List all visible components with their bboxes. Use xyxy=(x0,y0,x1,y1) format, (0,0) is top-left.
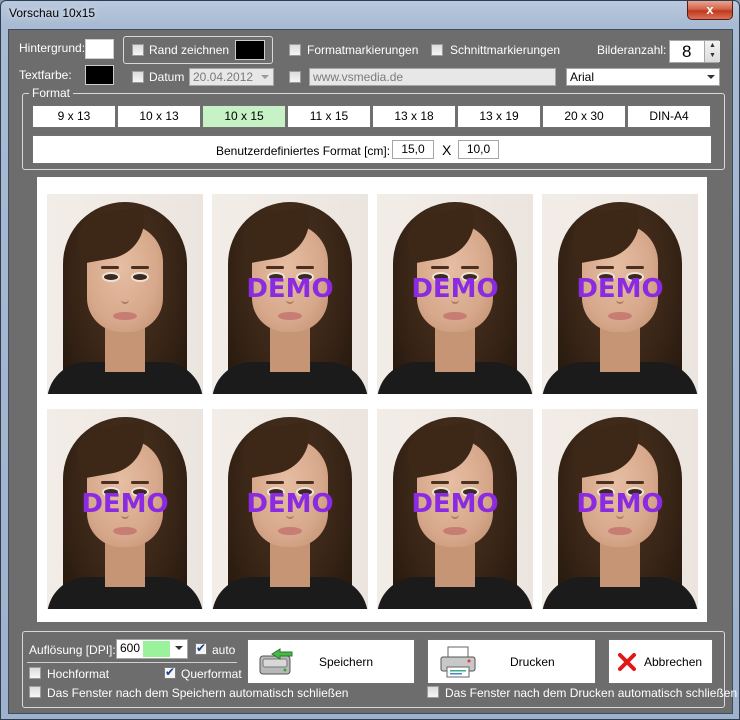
font-dropdown-icon[interactable] xyxy=(707,75,715,79)
custom-format-label: Benutzerdefiniertes Format [cm]: xyxy=(216,144,391,158)
dpi-color-indicator xyxy=(143,641,170,657)
cut-marks-label: Schnittmarkierungen xyxy=(450,43,561,57)
landscape-label: Querformat xyxy=(181,667,242,681)
custom-width-input[interactable]: 15,0 xyxy=(392,140,434,159)
image-count-label: Bilderanzahl: xyxy=(597,43,667,57)
close-after-save-checkbox[interactable] xyxy=(29,686,41,698)
cancel-label: Abbrechen xyxy=(644,655,703,669)
close-after-print-label: Das Fenster nach dem Drucken automatisch… xyxy=(445,686,738,700)
portrait-photo: DEMO xyxy=(212,409,368,609)
dpi-auto-checkbox[interactable] xyxy=(195,641,207,655)
demo-watermark: DEMO xyxy=(411,489,499,519)
dpi-select[interactable]: 600 xyxy=(116,639,188,659)
border-draw-label: Rand zeichnen xyxy=(149,43,230,57)
custom-height-input[interactable]: 10,0 xyxy=(458,140,499,159)
background-label: Hintergrund: xyxy=(19,41,86,55)
border-draw-checkbox[interactable] xyxy=(132,44,144,56)
text-color-swatch[interactable] xyxy=(85,65,114,85)
close-after-print-checkbox[interactable] xyxy=(427,686,439,698)
textcolor-label: Textfarbe: xyxy=(19,68,72,82)
format-button-11x15[interactable]: 11 x 15 xyxy=(287,105,371,128)
close-x-icon xyxy=(618,653,636,671)
format-button-13x19[interactable]: 13 x 19 xyxy=(457,105,541,128)
date-picker[interactable]: 20.04.2012 xyxy=(189,68,274,86)
portrait-photo: DEMO xyxy=(47,409,203,609)
format-button-din-a4[interactable]: DIN-A4 xyxy=(627,105,711,128)
client-area: Hintergrund: Rand zeichnen Formatmarkier… xyxy=(8,29,737,714)
window-title: Vorschau 10x15 xyxy=(9,6,96,20)
printer-icon xyxy=(440,646,476,678)
portrait-checkbox[interactable] xyxy=(29,667,41,679)
date-label: Datum xyxy=(149,70,185,84)
url-value: www.vsmedia.de xyxy=(313,70,404,84)
portrait-photo: DEMO xyxy=(212,194,368,394)
font-select[interactable]: Arial xyxy=(566,68,720,86)
border-color-swatch[interactable] xyxy=(235,40,265,60)
date-dropdown-icon[interactable] xyxy=(261,75,269,79)
background-color-swatch[interactable] xyxy=(85,39,114,59)
custom-x-label: X xyxy=(442,142,452,158)
portrait-photo: DEMO xyxy=(542,409,698,609)
demo-watermark: DEMO xyxy=(246,489,334,519)
format-marks-checkbox[interactable] xyxy=(289,44,301,56)
print-button[interactable]: Drucken xyxy=(427,639,596,684)
save-button[interactable]: Speichern xyxy=(247,639,415,684)
format-button-10x15[interactable]: 10 x 15 xyxy=(202,105,286,128)
spin-down-icon[interactable]: ▼ xyxy=(705,51,720,61)
format-button-10x13[interactable]: 10 x 13 xyxy=(117,105,201,128)
format-button-13x18[interactable]: 13 x 18 xyxy=(372,105,456,128)
dpi-value: 600 xyxy=(120,641,141,655)
hard-drive-icon xyxy=(259,648,293,675)
print-preview: DEMO DEMO DEMO DEMO DEMO DEMO DEMO xyxy=(37,177,707,622)
custom-format-panel: Benutzerdefiniertes Format [cm]: 15,0 X … xyxy=(32,135,712,164)
spin-up-icon[interactable]: ▲ xyxy=(705,41,720,51)
date-checkbox[interactable] xyxy=(132,71,144,83)
dpi-dropdown-icon[interactable] xyxy=(175,646,183,650)
title-bar: Vorschau 10x15 x xyxy=(1,1,739,27)
save-label: Speichern xyxy=(319,655,374,669)
format-marks-label: Formatmarkierungen xyxy=(307,43,419,57)
demo-watermark: DEMO xyxy=(411,274,499,304)
url-checkbox[interactable] xyxy=(289,71,301,83)
cancel-button[interactable]: Abbrechen xyxy=(608,639,713,684)
font-value: Arial xyxy=(570,70,595,84)
demo-watermark: DEMO xyxy=(81,489,169,519)
demo-watermark: DEMO xyxy=(576,489,664,519)
cut-marks-checkbox[interactable] xyxy=(431,44,443,56)
portrait-photo: DEMO xyxy=(377,194,533,394)
preview-window: Vorschau 10x15 x Hintergrund: Rand zeich… xyxy=(0,0,740,720)
format-legend: Format xyxy=(29,86,74,100)
url-input[interactable]: www.vsmedia.de xyxy=(309,68,556,86)
portrait-label: Hochformat xyxy=(47,667,110,681)
portrait-photo: DEMO xyxy=(377,409,533,609)
date-value: 20.04.2012 xyxy=(193,70,254,84)
close-after-save-label: Das Fenster nach dem Speichern automatis… xyxy=(47,686,349,700)
print-label: Drucken xyxy=(510,655,555,669)
portrait-photo xyxy=(47,194,203,394)
image-count-value: 8 xyxy=(682,42,692,61)
custom-height-value: 10,0 xyxy=(466,142,491,156)
dpi-label: Auflösung [DPI]: xyxy=(29,643,116,657)
close-button[interactable]: x xyxy=(687,1,733,20)
portrait-photo: DEMO xyxy=(542,194,698,394)
demo-watermark: DEMO xyxy=(246,274,334,304)
separator xyxy=(27,662,237,663)
landscape-checkbox[interactable] xyxy=(164,665,176,679)
custom-width-value: 15,0 xyxy=(401,142,425,156)
dpi-auto-label: auto xyxy=(212,643,236,657)
format-button-9x13[interactable]: 9 x 13 xyxy=(32,105,116,128)
format-button-20x30[interactable]: 20 x 30 xyxy=(542,105,626,128)
image-count-spin-buttons[interactable]: ▲ ▼ xyxy=(704,41,720,62)
demo-watermark: DEMO xyxy=(576,274,664,304)
